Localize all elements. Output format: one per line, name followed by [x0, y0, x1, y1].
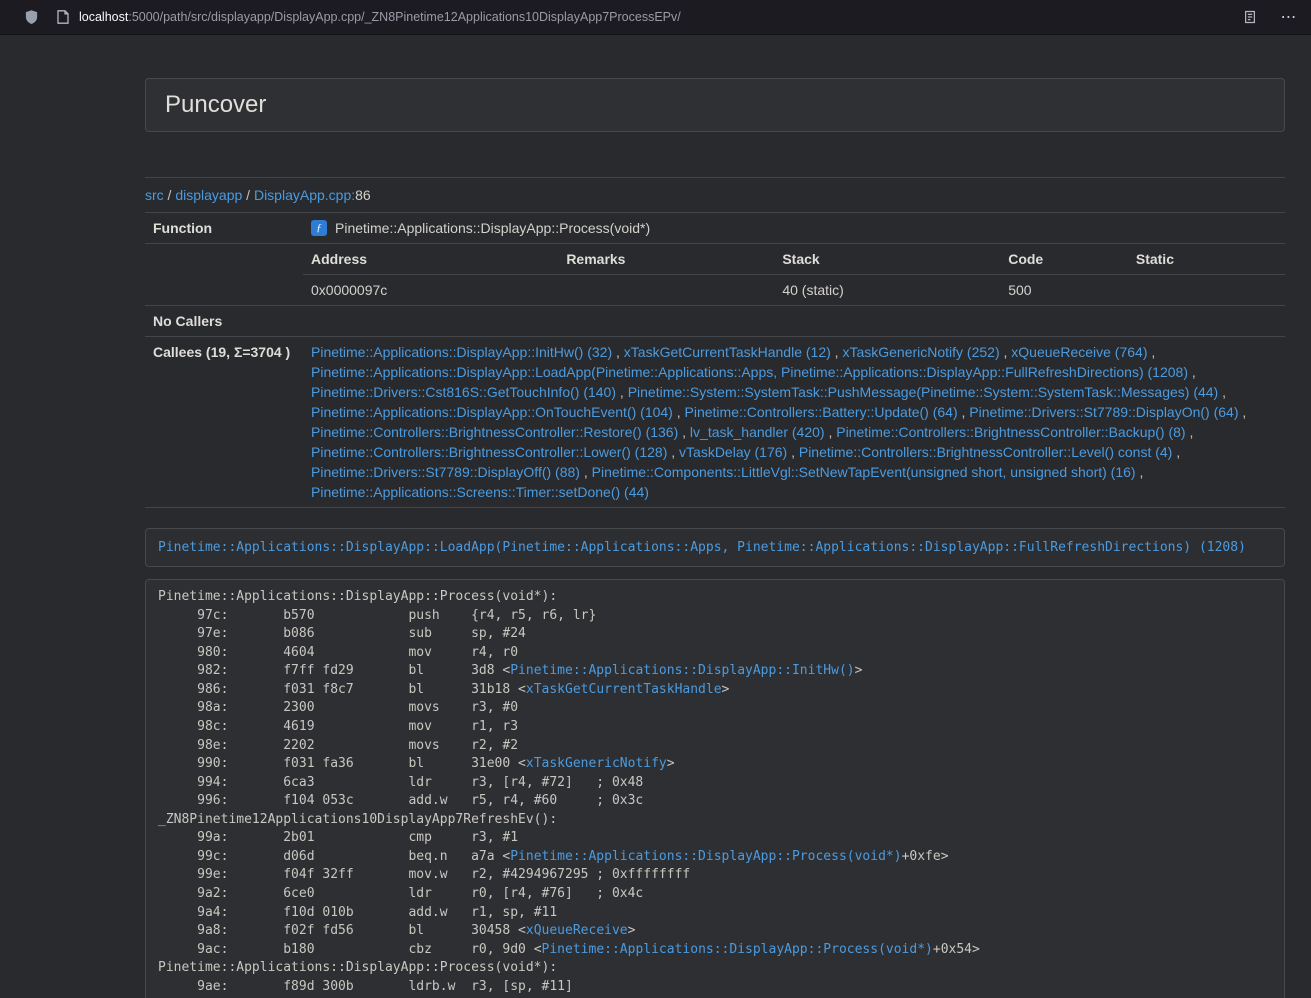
symbol-link[interactable]: xQueueReceive	[526, 923, 628, 938]
breadcrumb: src / displayapp / DisplayApp.cpp:86	[145, 185, 1285, 205]
callee-link[interactable]: Pinetime::Applications::Screens::Timer::…	[311, 484, 649, 500]
function-label: Function	[145, 213, 303, 244]
callee-separator: ,	[958, 404, 970, 420]
cell-stack: 40 (static)	[774, 275, 1000, 306]
app-header-panel: Puncover	[145, 78, 1285, 132]
function-icon: ƒ	[311, 220, 327, 236]
symbol-link[interactable]: xTaskGenericNotify	[526, 756, 667, 771]
disassembly-block: Pinetime::Applications::DisplayApp::Proc…	[145, 579, 1285, 998]
function-name: Pinetime::Applications::DisplayApp::Proc…	[335, 218, 650, 238]
callee-link[interactable]: Pinetime::Controllers::Battery::Update()…	[685, 404, 958, 420]
callee-separator: ,	[1147, 344, 1155, 360]
callee-separator: ,	[1188, 364, 1196, 380]
selected-callee-text: Pinetime::Applications::DisplayApp::Load…	[158, 540, 1246, 555]
page-info-icon[interactable]	[57, 10, 69, 24]
cell-remarks	[558, 275, 774, 306]
breadcrumb-separator: /	[242, 187, 254, 203]
callee-separator: ,	[678, 424, 690, 440]
callee-separator: ,	[1136, 464, 1144, 480]
callee-separator: ,	[667, 444, 679, 460]
callee-link[interactable]: vTaskDelay (176)	[679, 444, 787, 460]
url-path: :5000/path/src/displayapp/DisplayApp.cpp…	[128, 10, 680, 24]
callee-link[interactable]: Pinetime::Controllers::BrightnessControl…	[799, 444, 1172, 460]
col-stack: Stack	[774, 244, 1000, 275]
callee-separator: ,	[1218, 384, 1226, 400]
selected-callee-box: Pinetime::Applications::DisplayApp::Load…	[145, 528, 1285, 567]
page-container: Puncover src / displayapp / DisplayApp.c…	[145, 78, 1285, 998]
col-remarks: Remarks	[558, 244, 774, 275]
col-static: Static	[1128, 244, 1285, 275]
callee-link[interactable]: xTaskGenericNotify (252)	[842, 344, 999, 360]
breadcrumb-separator: /	[164, 187, 176, 203]
url-text[interactable]: localhost:5000/path/src/displayapp/Displ…	[79, 10, 1243, 24]
callee-separator: ,	[673, 404, 685, 420]
col-code: Code	[1000, 244, 1128, 275]
col-address: Address	[303, 244, 558, 275]
callee-separator: ,	[1239, 404, 1247, 420]
callee-separator: ,	[612, 344, 624, 360]
callee-link[interactable]: xQueueReceive (764)	[1011, 344, 1147, 360]
callees-row: Callees (19, Σ=3704 ) Pinetime::Applicat…	[145, 337, 1285, 508]
divider	[145, 177, 1285, 178]
address-table: Address Remarks Stack Code Static 0x0000…	[303, 244, 1285, 305]
callee-link[interactable]: Pinetime::Controllers::BrightnessControl…	[836, 424, 1185, 440]
symbol-link[interactable]: Pinetime::Applications::DisplayApp::Init…	[510, 663, 854, 678]
callee-link[interactable]: Pinetime::Applications::DisplayApp::OnTo…	[311, 404, 673, 420]
url-host: localhost	[79, 10, 128, 24]
callee-link[interactable]: Pinetime::Drivers::Cst816S::GetTouchInfo…	[311, 384, 616, 400]
callee-separator: ,	[580, 464, 592, 480]
callees-label: Callees (19, Σ=3704 )	[145, 337, 303, 508]
callee-link[interactable]: Pinetime::System::SystemTask::PushMessag…	[628, 384, 1219, 400]
callee-link[interactable]: lv_task_handler (420)	[690, 424, 825, 440]
symbol-table: Function ƒ Pinetime::Applications::Displ…	[145, 212, 1285, 508]
address-row: Address Remarks Stack Code Static 0x0000…	[145, 244, 1285, 306]
address-table-header: Address Remarks Stack Code Static	[303, 244, 1285, 275]
callee-link[interactable]: xTaskGetCurrentTaskHandle (12)	[624, 344, 831, 360]
callee-link[interactable]: Pinetime::Drivers::St7789::DisplayOn() (…	[969, 404, 1238, 420]
callee-separator: ,	[1172, 444, 1180, 460]
no-callers-label: No Callers	[145, 306, 303, 337]
browser-chrome: localhost:5000/path/src/displayapp/Displ…	[0, 0, 1311, 35]
symbol-link[interactable]: xTaskGetCurrentTaskHandle	[526, 682, 722, 697]
callee-link[interactable]: Pinetime::Drivers::St7789::DisplayOff() …	[311, 464, 580, 480]
function-row: Function ƒ Pinetime::Applications::Displ…	[145, 213, 1285, 244]
overflow-menu-icon[interactable]: ⋯	[1279, 7, 1299, 27]
breadcrumb-line-number: 86	[355, 187, 371, 203]
tracking-protection-shield-icon[interactable]	[24, 9, 39, 25]
callee-link[interactable]: Pinetime::Controllers::BrightnessControl…	[311, 444, 667, 460]
callee-link[interactable]: Pinetime::Applications::DisplayApp::Init…	[311, 344, 612, 360]
callee-separator: ,	[616, 384, 628, 400]
address-table-row: 0x0000097c 40 (static) 500	[303, 275, 1285, 306]
breadcrumb-link[interactable]: src	[145, 187, 164, 203]
cell-code: 500	[1000, 275, 1128, 306]
callees-list: Pinetime::Applications::DisplayApp::Init…	[311, 342, 1277, 502]
callee-separator: ,	[1000, 344, 1012, 360]
callee-separator: ,	[831, 344, 843, 360]
callee-separator: ,	[825, 424, 837, 440]
cell-address: 0x0000097c	[303, 275, 558, 306]
app-title: Puncover	[165, 91, 1265, 119]
callee-link[interactable]: Pinetime::Controllers::BrightnessControl…	[311, 424, 678, 440]
no-callers-row: No Callers	[145, 306, 1285, 337]
symbol-link[interactable]: Pinetime::Applications::DisplayApp::Proc…	[542, 942, 933, 957]
symbol-link[interactable]: Pinetime::Applications::DisplayApp::Proc…	[510, 849, 901, 864]
callee-separator: ,	[1186, 424, 1194, 440]
breadcrumb-link[interactable]: DisplayApp.cpp:	[254, 187, 355, 203]
cell-static	[1128, 275, 1285, 306]
callee-separator: ,	[787, 444, 799, 460]
breadcrumb-link[interactable]: displayapp	[175, 187, 242, 203]
callee-link[interactable]: Pinetime::Components::LittleVgl::SetNewT…	[592, 464, 1136, 480]
reader-view-icon[interactable]	[1243, 10, 1257, 24]
callee-link[interactable]: Pinetime::Applications::DisplayApp::Load…	[311, 364, 1188, 380]
